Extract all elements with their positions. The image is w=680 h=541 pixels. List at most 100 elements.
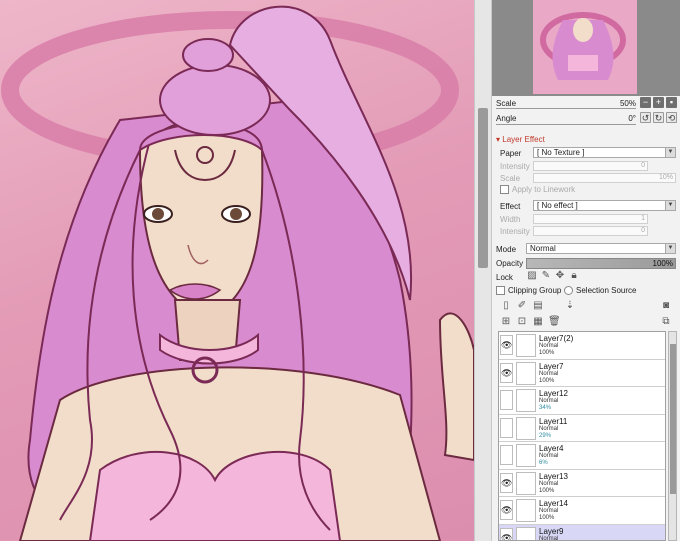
chevron-down-icon: ▼ (665, 201, 675, 210)
apply-linework-label: Apply to Linework (512, 185, 576, 194)
layer-mode: Normal (539, 480, 559, 487)
chevron-down-icon: ▼ (665, 148, 675, 157)
layer-name: Layer9 (539, 526, 564, 536)
eye-icon[interactable] (500, 390, 513, 410)
selection-source-radio[interactable] (564, 286, 573, 295)
layer-thumbnail (516, 499, 536, 522)
layer-row[interactable]: 👁︎ Layer13 Normal 100% (499, 469, 665, 497)
new-linework-layer-icon[interactable]: ✐ (516, 300, 528, 312)
merge-all-icon[interactable]: ⊡ (516, 316, 528, 328)
layer-name: Layer7(2) (539, 334, 574, 343)
layer-list[interactable]: 👁︎ Layer7(2) Normal 100% 👁︎ Layer7 Normal 100% L… (498, 331, 666, 541)
layer-name: Layer11 (539, 416, 568, 426)
layer-opacity: 29% (539, 432, 552, 439)
effect-width-field[interactable]: 1 (533, 214, 648, 224)
opacity-slider[interactable]: 100% (526, 258, 676, 269)
layer-row[interactable]: 👁︎Layer9Normal100% (499, 524, 665, 541)
clear-layer-icon[interactable]: ▦ (532, 316, 544, 328)
opacity-value: 100% (652, 259, 673, 268)
scale-slider[interactable] (496, 108, 636, 109)
layer-row[interactable]: 👁︎ Layer7(2) Normal 100% (499, 332, 665, 360)
selection-source-label: Selection Source (576, 286, 637, 295)
merge-down-icon[interactable]: ⊞ (500, 316, 512, 328)
blend-mode-dropdown[interactable]: Normal ▼ (526, 243, 676, 254)
clipping-group-checkbox[interactable] (496, 286, 505, 295)
paper-scale-field[interactable]: 10% (533, 173, 676, 183)
scale-label: Scale (496, 98, 517, 108)
angle-label: Angle (496, 113, 517, 123)
layer-name: Layer4 (539, 444, 564, 453)
apply-linework-checkbox[interactable] (500, 185, 509, 194)
paper-intensity-field[interactable]: 0 (533, 161, 648, 171)
right-panel: Scale 50% − + ▪ Angle 0° ↺ ↻ ⟲ ▾ Layer E… (492, 0, 680, 541)
eye-icon[interactable]: 👁︎ (500, 500, 513, 520)
rotate-right-button[interactable]: ↻ (653, 112, 664, 123)
eye-icon[interactable]: 👁︎ (500, 362, 513, 383)
lock-move-icon[interactable]: ✥ (554, 270, 566, 282)
layer-effect-title-text: Layer Effect (502, 135, 545, 144)
rotate-left-button[interactable]: ↺ (640, 112, 651, 123)
layer-row[interactable]: 👁︎ Layer7 Normal 100% (499, 359, 665, 387)
clipping-group-label: Clipping Group (508, 286, 562, 295)
layer-thumbnail (516, 444, 536, 467)
delete-layer-icon[interactable]: 🗑︎ (548, 316, 561, 328)
lock-transparency-icon[interactable]: ▨ (526, 270, 538, 282)
angle-slider[interactable] (496, 124, 636, 125)
mode-label: Mode (496, 245, 517, 254)
lock-all-icon[interactable]: 🔒︎ (568, 270, 580, 282)
layer-list-scrollbar[interactable] (668, 331, 677, 541)
layer-opacity: 100% (539, 377, 555, 384)
layer-row[interactable]: Layer12 Normal 34% (499, 387, 665, 415)
layer-row[interactable]: Layer11 Normal 29% (499, 414, 665, 442)
drawing-canvas[interactable] (0, 0, 474, 541)
navigator-preview[interactable] (533, 0, 637, 94)
layer-opacity: 100% (539, 350, 555, 356)
eye-icon[interactable]: 👁︎ (500, 335, 513, 355)
layer-thumbnail (516, 389, 536, 412)
zoom-out-button[interactable]: − (640, 97, 651, 108)
lock-paint-icon[interactable]: ✎ (540, 270, 552, 282)
canvas-vertical-scrollbar[interactable] (474, 0, 492, 541)
blend-mode-value: Normal (530, 244, 556, 253)
layer-mode: Normal (539, 535, 559, 541)
new-folder-icon[interactable]: ▤ (532, 300, 544, 312)
effect-dropdown[interactable]: [ No effect ] ▼ (533, 200, 676, 211)
angle-value: 0° (628, 113, 636, 123)
layer-mode: Normal (539, 425, 559, 432)
effect-intensity-label: Intensity (500, 227, 530, 236)
apply-mask-icon[interactable]: ⧉ (660, 316, 672, 328)
eye-icon[interactable] (500, 417, 513, 438)
scale-value: 50% (619, 98, 636, 108)
transfer-down-icon[interactable]: ⇣ (564, 300, 576, 312)
paper-texture-dropdown[interactable]: [ No Texture ] ▼ (533, 147, 676, 158)
eye-icon[interactable]: 👁︎ (500, 527, 513, 540)
layer-name: Layer12 (539, 389, 568, 398)
eye-icon[interactable] (500, 445, 513, 465)
layer-list-scroll-thumb[interactable] (670, 344, 676, 494)
layer-effect-title[interactable]: ▾ Layer Effect (496, 135, 545, 144)
layer-mask-icon[interactable]: ◙ (660, 300, 672, 312)
rotate-reset-button[interactable]: ⟲ (666, 112, 677, 123)
layer-opacity: 100% (539, 515, 555, 521)
eye-icon[interactable]: 👁︎ (500, 472, 513, 493)
effect-label: Effect (500, 202, 521, 211)
layer-name: Layer7 (539, 361, 564, 371)
layer-mode: Normal (539, 398, 559, 404)
zoom-reset-button[interactable]: ▪ (666, 97, 677, 108)
layer-row[interactable]: 👁︎ Layer14 Normal 100% (499, 497, 665, 525)
layer-mode: Normal (539, 508, 559, 514)
layer-opacity: 34% (539, 405, 552, 411)
artwork (1, 5, 474, 541)
layer-thumbnail (516, 471, 536, 495)
canvas-scroll-thumb[interactable] (478, 108, 488, 268)
layer-row[interactable]: Layer4 Normal 6% (499, 442, 665, 470)
layer-thumbnail (516, 416, 536, 440)
effect-intensity-field[interactable]: 0 (533, 226, 648, 236)
zoom-in-button[interactable]: + (653, 97, 664, 108)
layer-mode: Normal (539, 453, 559, 459)
navigator-thumbnail (533, 0, 637, 94)
effect-width-label: Width (500, 215, 521, 224)
effect-value: [ No effect ] (537, 201, 578, 210)
chevron-down-icon: ▼ (665, 244, 675, 253)
new-layer-icon[interactable]: ▯ (500, 300, 512, 312)
